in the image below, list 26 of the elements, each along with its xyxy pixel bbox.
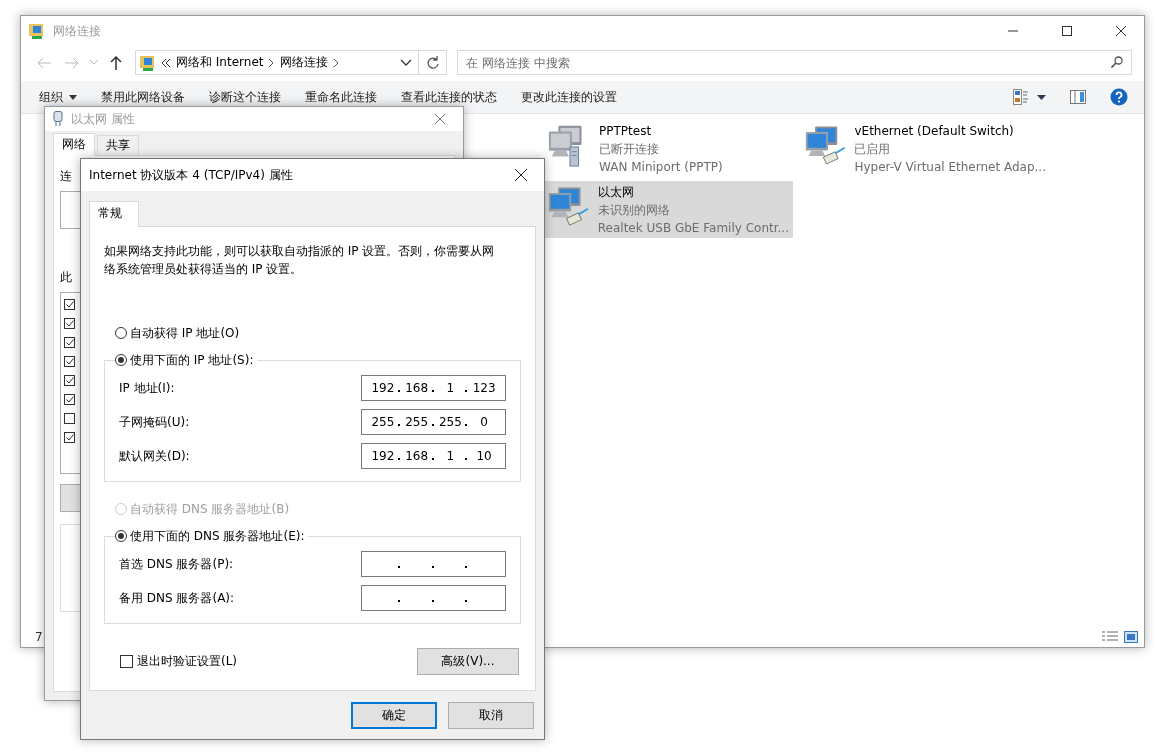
connection-device: Hyper-V Virtual Ethernet Adap... (854, 159, 1046, 176)
section-label: 此 (60, 269, 72, 286)
field-label: 备用 DNS 服务器(A): (119, 589, 235, 607)
radio-label: 使用下面的 DNS 服务器地址(E): (130, 527, 305, 545)
field-label: IP 地址(I): (119, 379, 175, 397)
dialog-title: Internet 协议版本 4 (TCP/IPv4) 属性 (89, 166, 294, 184)
field-label: 子网掩码(U): (119, 413, 190, 431)
field-label: 默认网关(D): (119, 447, 190, 465)
connection-device: WAN Miniport (PPTP) (599, 159, 723, 176)
item-count: 7 (35, 630, 43, 644)
section-label: 连 (60, 168, 72, 185)
connection-name: 以太网 (597, 184, 635, 201)
radio-label: 自动获得 DNS 服务器地址(B) (130, 500, 290, 518)
connection-name: PPTPtest (599, 123, 653, 140)
connection-status: 已断开连接 (599, 141, 660, 158)
connection-status: 已启用 (854, 141, 892, 158)
connection-device: Realtek USB GbE Family Contr... (597, 220, 789, 237)
field-label: 首选 DNS 服务器(P): (119, 555, 234, 573)
checkbox-label: 退出时验证设置(L) (137, 653, 238, 670)
radio-label: 使用下面的 IP 地址(S): (130, 351, 254, 369)
radio-label: 自动获得 IP 地址(O) (130, 324, 240, 342)
connection-name: vEthernet (Default Switch) (854, 123, 1015, 140)
dialog-title: 以太网 属性 (71, 110, 136, 128)
window-title: 网络连接 (53, 22, 102, 40)
description-text: 如果网络支持此功能，则可以获取自动指派的 IP 设置。否则，你需要从网络系统管理员处获得适当的 IP 设置。 (104, 243, 496, 278)
connection-status: 未识别的网络 (597, 202, 671, 219)
